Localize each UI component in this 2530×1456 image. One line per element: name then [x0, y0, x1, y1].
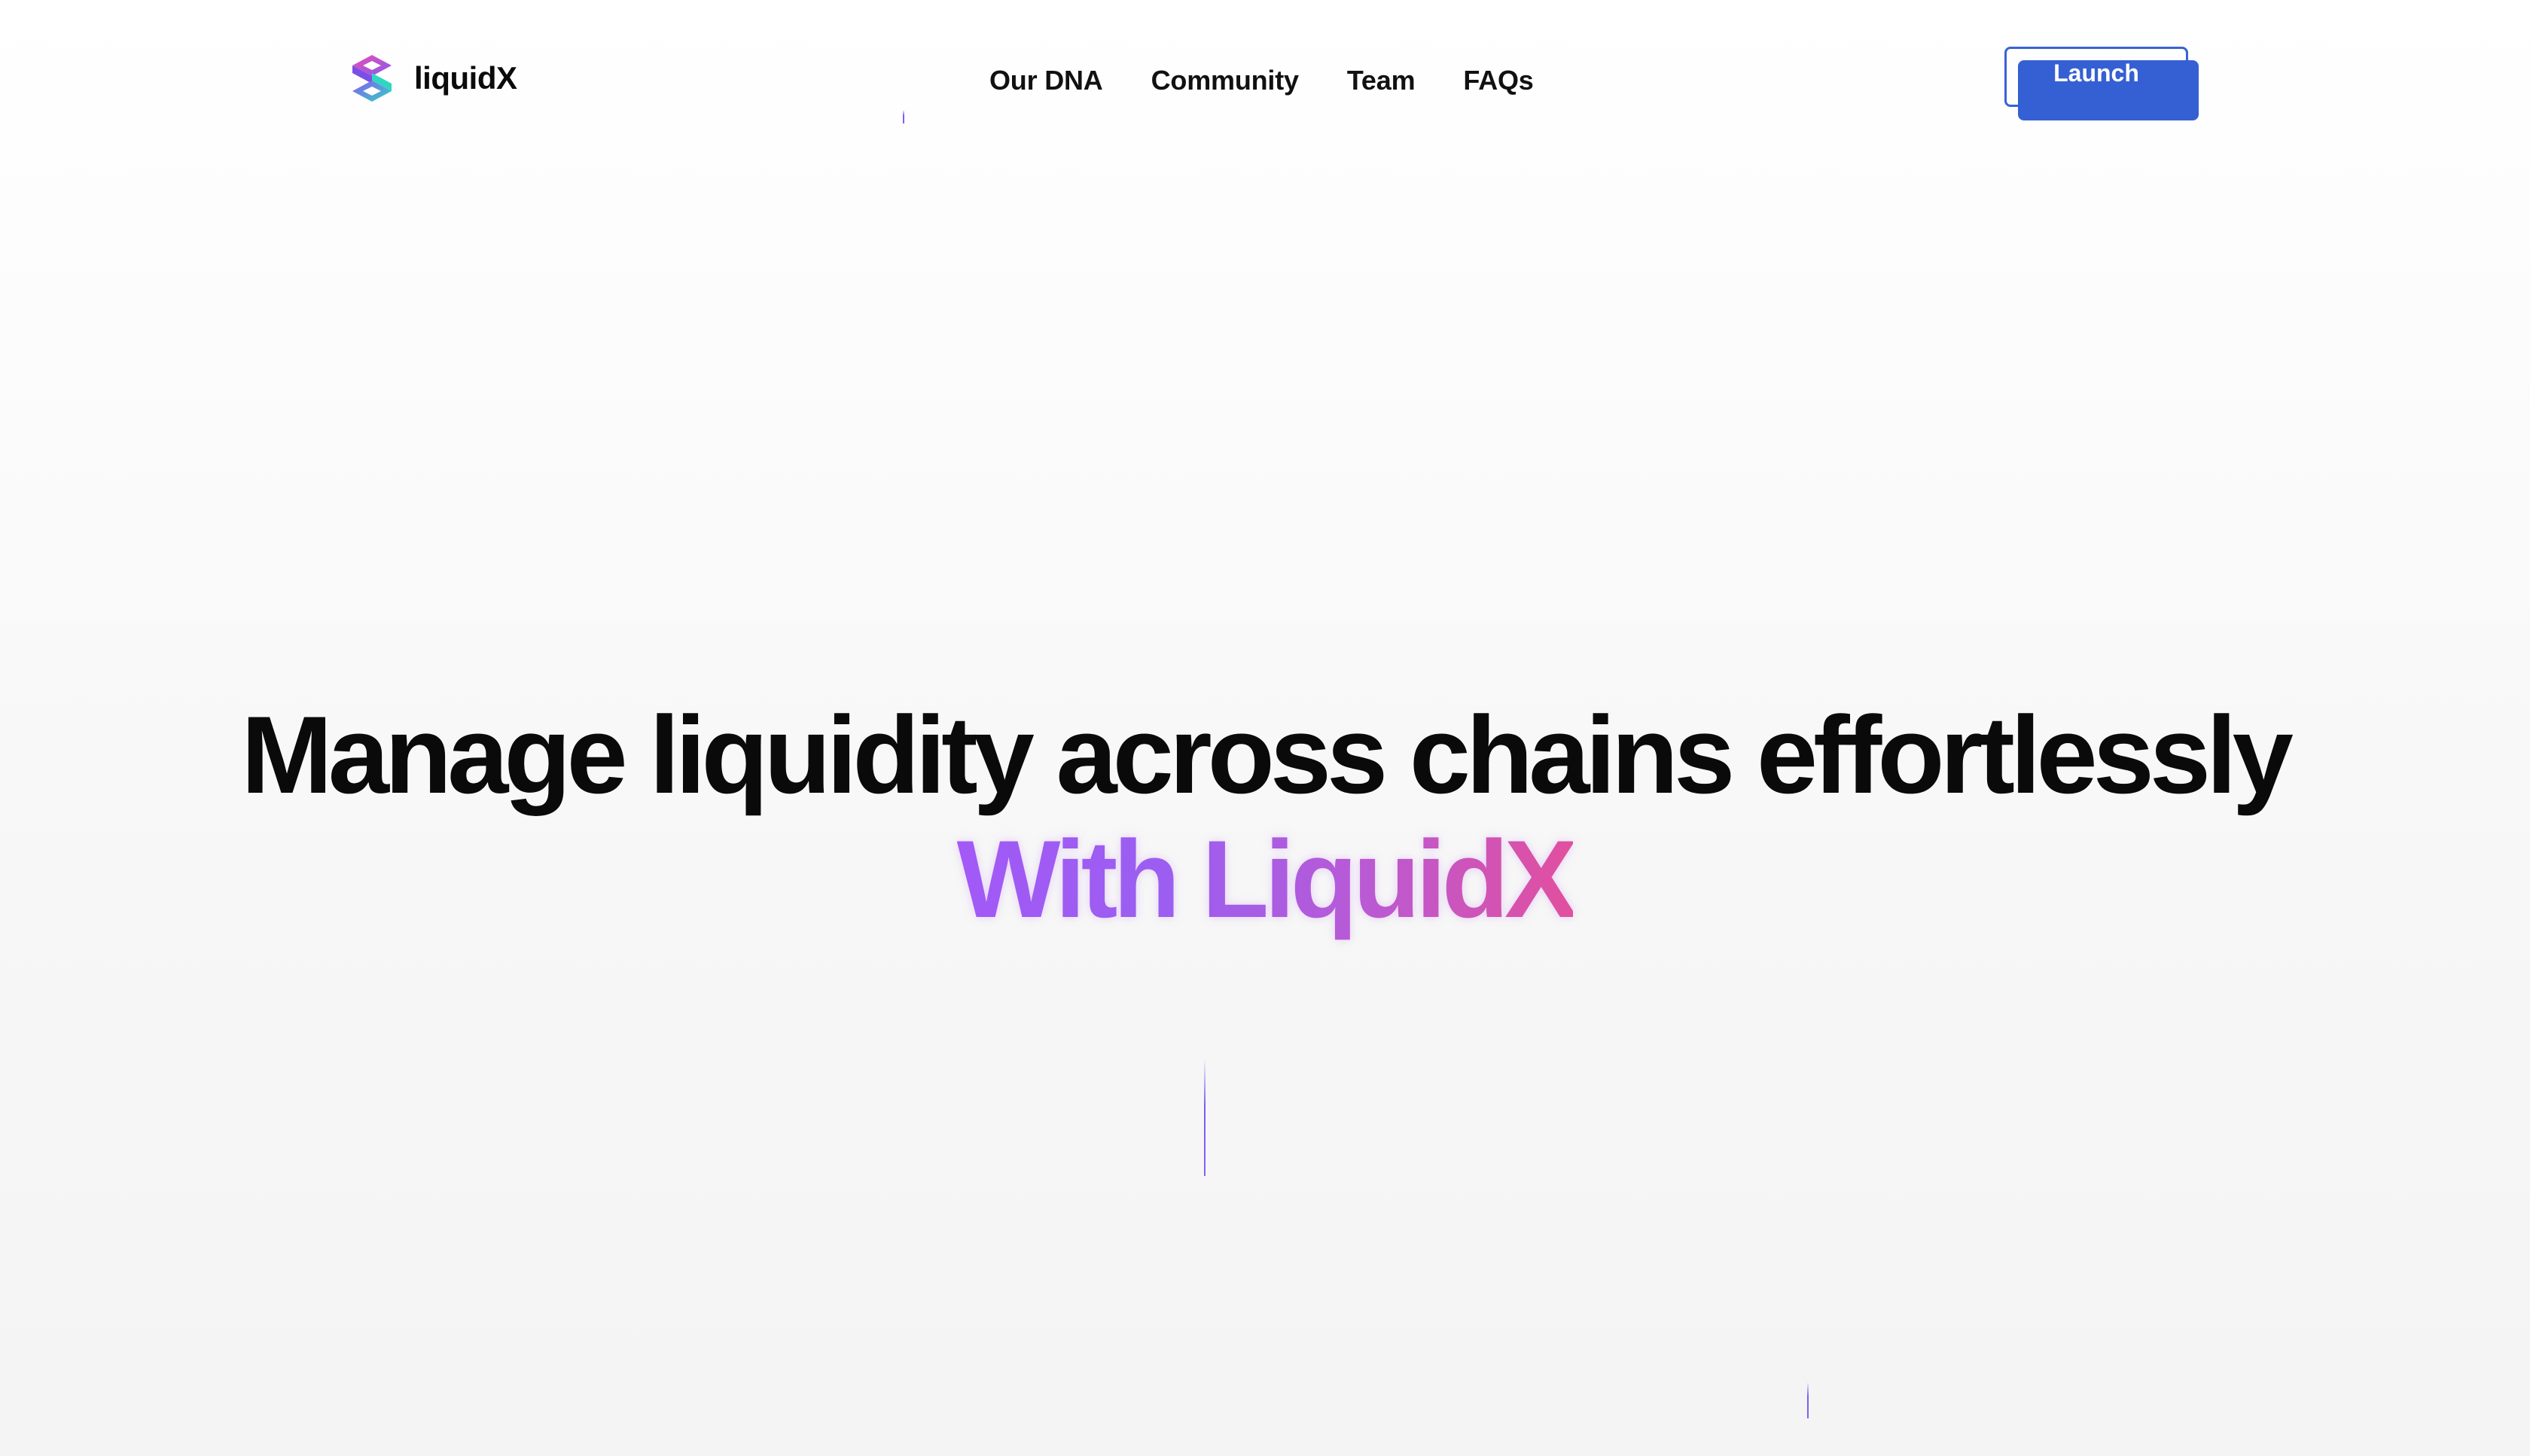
hero-subtitle: With LiquidX [956, 818, 1578, 941]
nav-link-faqs[interactable]: FAQs [1463, 65, 1533, 96]
launch-button-group: Launch [2004, 47, 2200, 122]
main-nav: Our DNA Community Team FAQs [989, 65, 1534, 96]
liquidx-hex-logo-icon [352, 55, 392, 102]
hero-title: Manage liquidity across chains effortles… [241, 693, 2294, 816]
hero-section: Manage liquidity across chains effortles… [0, 693, 2530, 941]
brand-name: liquidX [414, 60, 517, 96]
decorative-beam [1807, 1382, 1809, 1418]
decorative-beam [1204, 1058, 1206, 1176]
nav-link-our-dna[interactable]: Our DNA [989, 65, 1103, 96]
site-header: liquidX Our DNA Community Team FAQs Laun… [0, 0, 2530, 166]
nav-link-community[interactable]: Community [1151, 65, 1299, 96]
decorative-beam [903, 110, 904, 123]
nav-link-team[interactable]: Team [1347, 65, 1416, 96]
brand-home-link[interactable]: liquidX [346, 53, 517, 104]
launch-button[interactable] [2018, 60, 2199, 120]
